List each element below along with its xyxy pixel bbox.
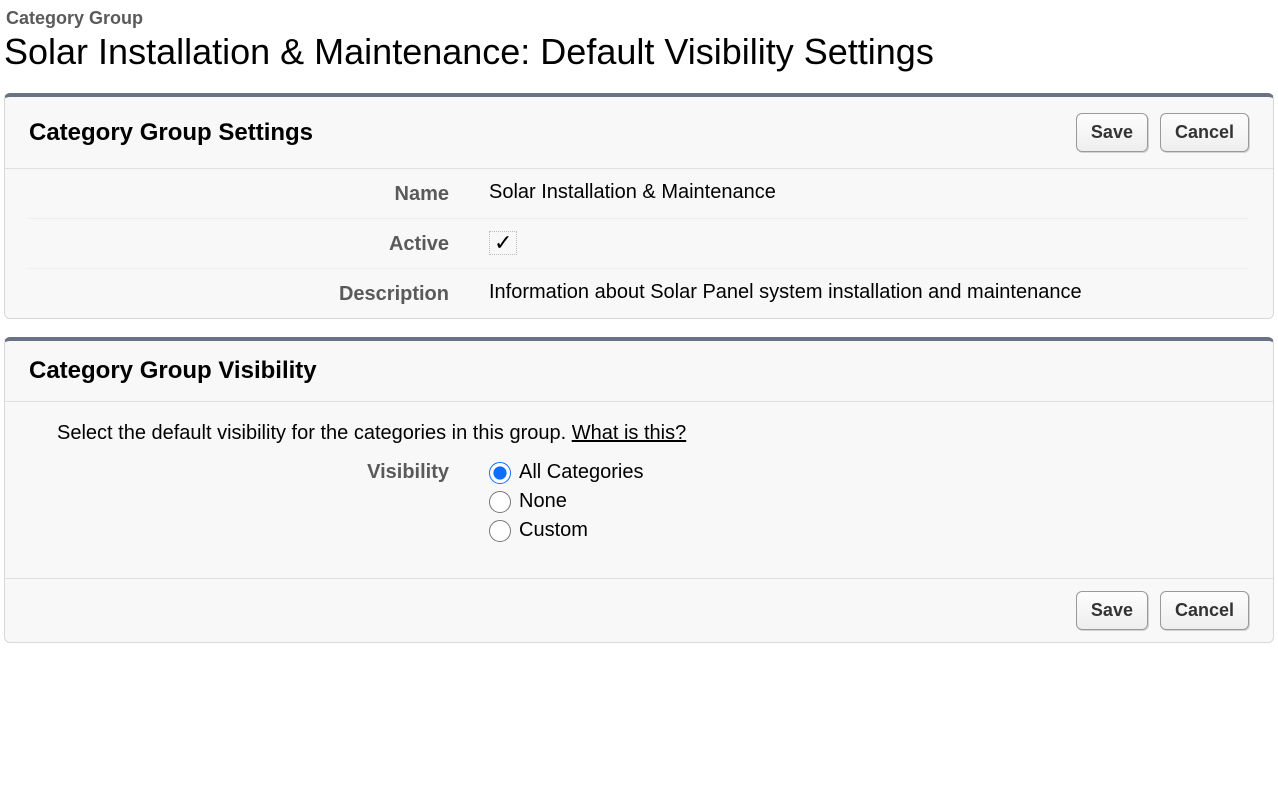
radio-all-categories[interactable] xyxy=(489,462,511,484)
settings-panel: Category Group Settings Save Cancel Name… xyxy=(4,93,1274,319)
radio-all-categories-label[interactable]: All Categories xyxy=(519,461,644,484)
visibility-heading: Category Group Visibility xyxy=(29,357,1249,385)
visibility-options: All Categories None Custom xyxy=(489,461,1249,548)
field-name-label: Name xyxy=(29,181,489,206)
what-is-this-link[interactable]: What is this? xyxy=(572,422,686,444)
visibility-panel: Category Group Visibility Select the def… xyxy=(4,337,1274,643)
field-name-row: Name Solar Installation & Maintenance xyxy=(29,169,1249,219)
cancel-button[interactable]: Cancel xyxy=(1160,113,1249,152)
radio-custom[interactable] xyxy=(489,520,511,542)
field-active-label: Active xyxy=(29,231,489,256)
visibility-intro-text: Select the default visibility for the ca… xyxy=(57,422,572,444)
settings-panel-header: Category Group Settings Save Cancel xyxy=(5,97,1273,169)
settings-button-row: Save Cancel xyxy=(1076,113,1249,152)
visibility-button-row: Save Cancel xyxy=(1076,591,1249,630)
visibility-intro: Select the default visibility for the ca… xyxy=(57,422,1249,445)
save-button[interactable]: Save xyxy=(1076,591,1148,630)
visibility-field-label: Visibility xyxy=(29,461,489,484)
field-description-label: Description xyxy=(29,281,489,306)
field-description-row: Description Information about Solar Pane… xyxy=(29,269,1249,318)
cancel-button[interactable]: Cancel xyxy=(1160,591,1249,630)
settings-heading: Category Group Settings xyxy=(29,119,1076,147)
visibility-panel-header: Category Group Visibility xyxy=(5,341,1273,402)
visibility-option-all: All Categories xyxy=(489,461,1249,484)
radio-custom-label[interactable]: Custom xyxy=(519,519,588,542)
radio-none[interactable] xyxy=(489,491,511,513)
radio-none-label[interactable]: None xyxy=(519,490,567,513)
visibility-panel-footer: Save Cancel xyxy=(5,579,1273,642)
visibility-body: Select the default visibility for the ca… xyxy=(5,402,1273,579)
field-name-value: Solar Installation & Maintenance xyxy=(489,181,1249,204)
checkmark-icon: ✓ xyxy=(489,231,517,255)
visibility-option-none: None xyxy=(489,490,1249,513)
visibility-field-row: Visibility All Categories None Custom xyxy=(29,461,1249,548)
page-label: Category Group xyxy=(6,8,1274,29)
field-description-value: Information about Solar Panel system ins… xyxy=(489,281,1249,304)
field-active-row: Active ✓ xyxy=(29,219,1249,269)
save-button[interactable]: Save xyxy=(1076,113,1148,152)
visibility-option-custom: Custom xyxy=(489,519,1249,542)
page-title: Solar Installation & Maintenance: Defaul… xyxy=(4,31,1274,73)
field-active-value: ✓ xyxy=(489,231,1249,256)
